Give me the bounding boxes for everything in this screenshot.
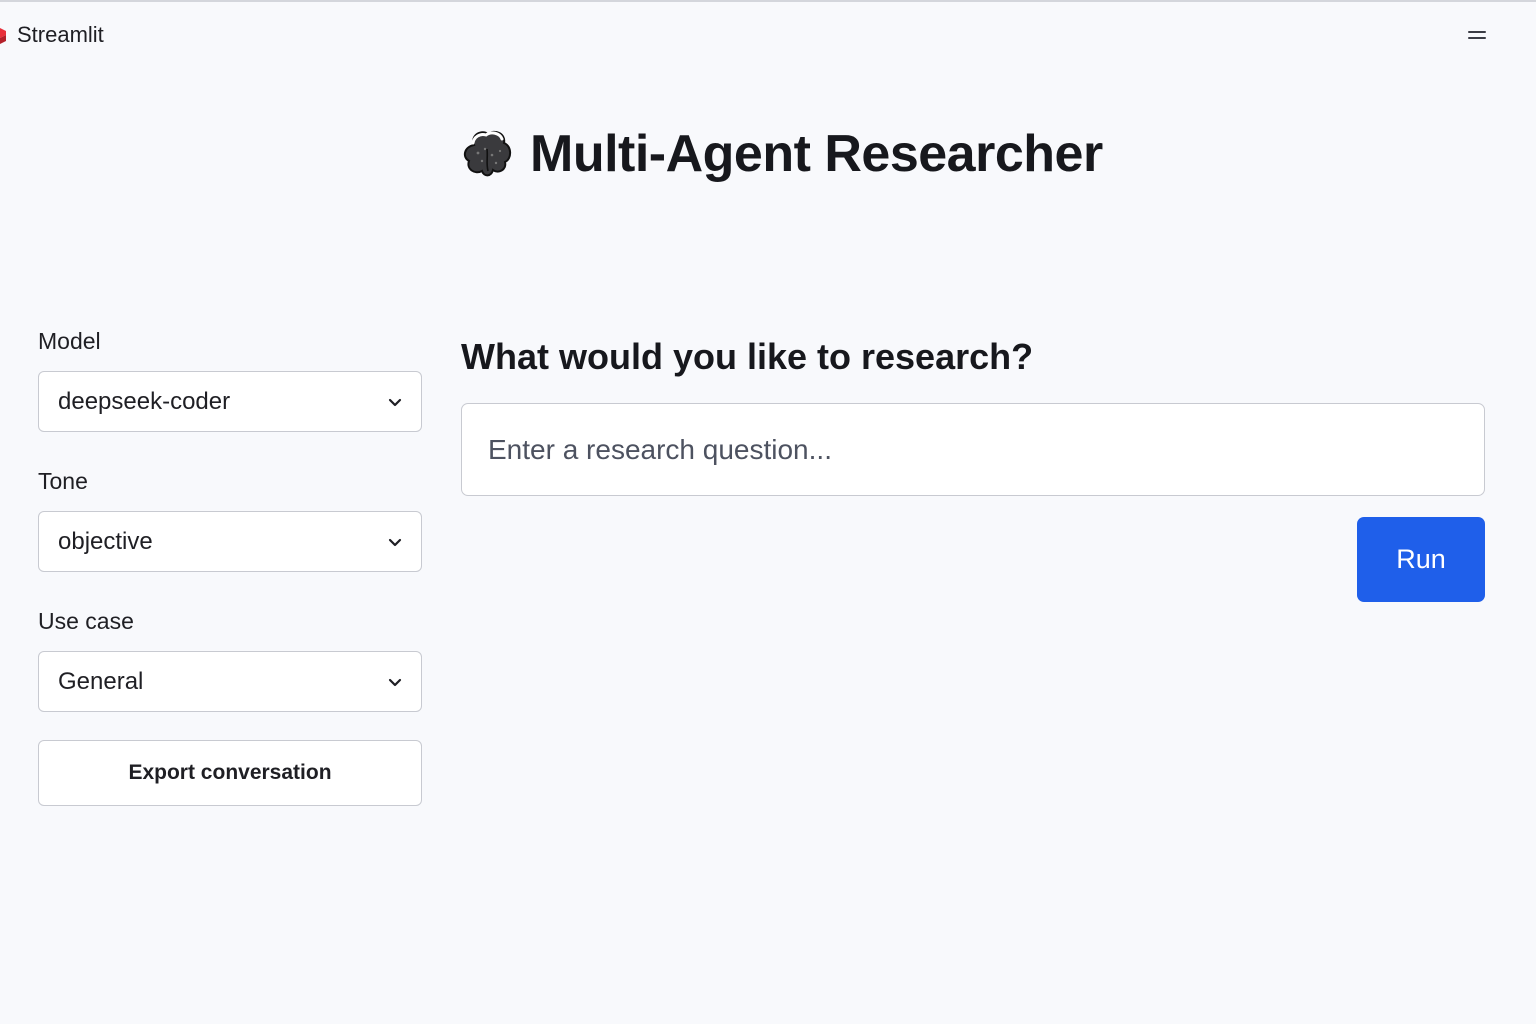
chevron-down-icon: [388, 678, 402, 687]
use-case-select-value: General: [58, 667, 144, 695]
model-label: Model: [38, 328, 101, 354]
top-border: [0, 0, 1536, 2]
research-heading: What would you like to research?: [461, 336, 1034, 377]
settings-sidebar: Model deepseek-coder Tone objective Use …: [38, 324, 423, 806]
page-header: Multi-Agent Researcher: [460, 118, 1103, 190]
model-field: Model deepseek-coder: [38, 324, 423, 432]
chevron-down-icon: [388, 538, 402, 547]
use-case-field: Use case General: [38, 604, 423, 712]
chevron-down-icon: [388, 398, 402, 407]
tone-select-value: objective: [58, 527, 153, 555]
brain-icon: [463, 130, 512, 177]
page-title: Multi-Agent Researcher: [530, 125, 1103, 183]
research-panel: What would you like to research? Run: [461, 330, 1485, 602]
run-button[interactable]: Run: [1357, 517, 1485, 602]
research-question-input[interactable]: [461, 403, 1485, 496]
model-select[interactable]: deepseek-coder: [38, 371, 422, 432]
hamburger-menu-icon[interactable]: [1462, 24, 1492, 46]
tone-select[interactable]: objective: [38, 511, 422, 572]
app-brand: Streamlit: [0, 20, 104, 50]
tone-label: Tone: [38, 468, 88, 494]
tone-field: Tone objective: [38, 464, 423, 572]
export-conversation-button[interactable]: Export conversation: [38, 740, 422, 806]
streamlit-logo-icon: [0, 28, 6, 44]
app-name: Streamlit: [17, 22, 104, 47]
model-select-value: deepseek-coder: [58, 387, 231, 415]
use-case-select[interactable]: General: [38, 651, 422, 712]
use-case-label: Use case: [38, 608, 134, 634]
